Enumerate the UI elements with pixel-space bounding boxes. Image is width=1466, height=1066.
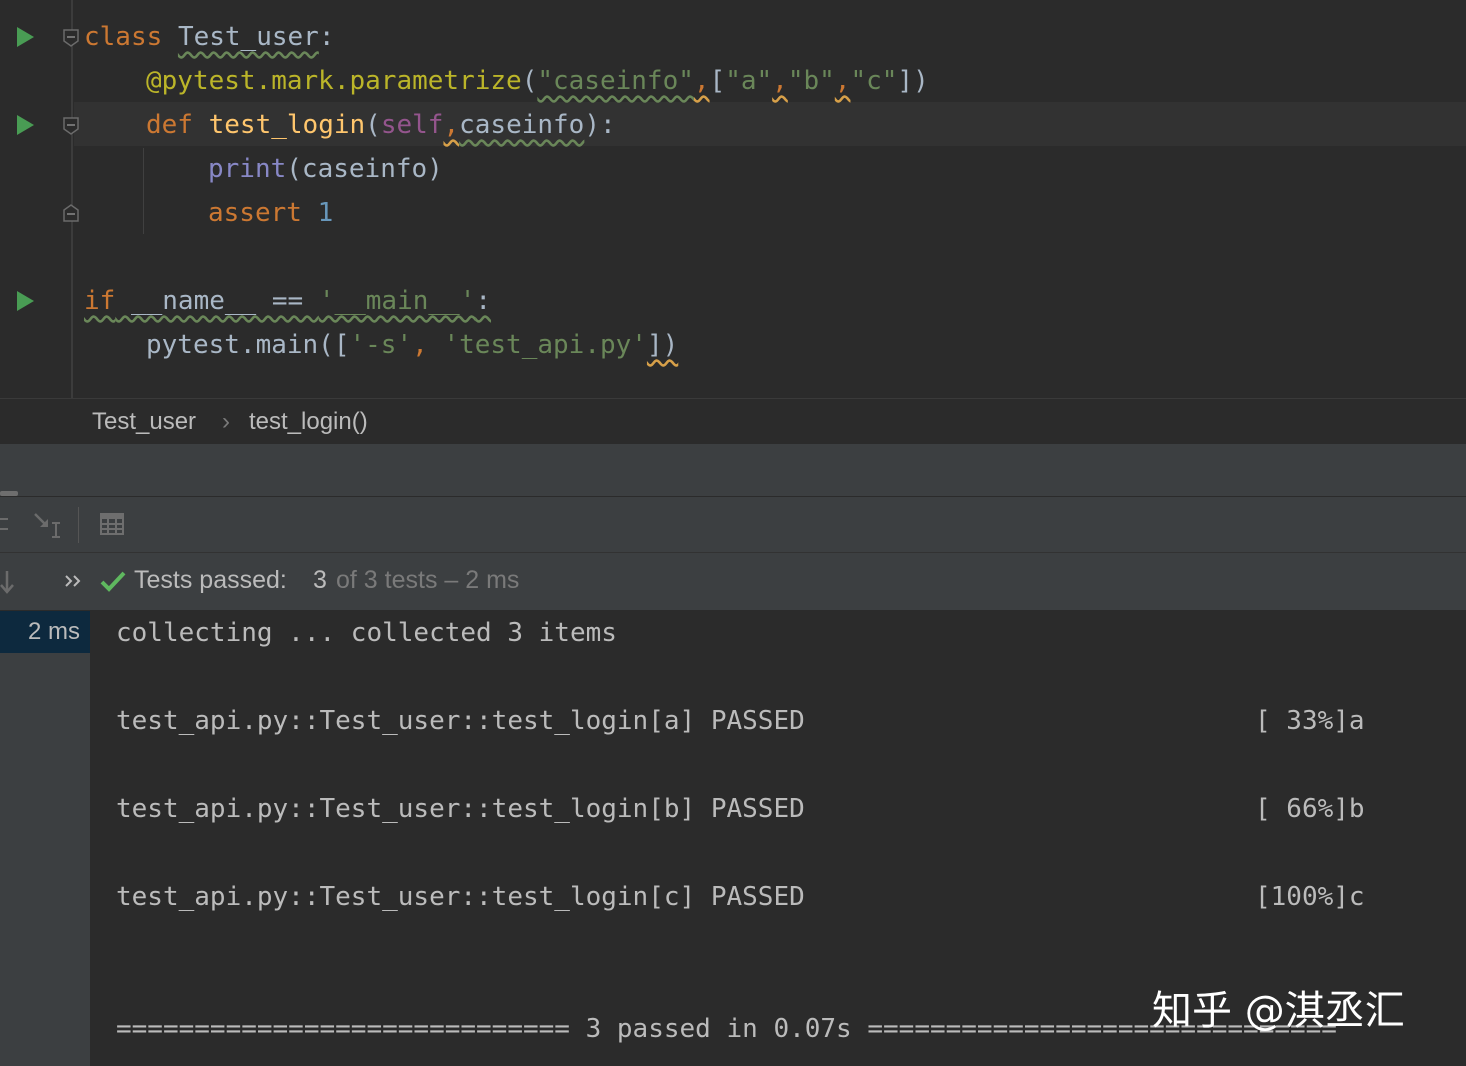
watermark: 知乎 @淇丞汇 xyxy=(1152,988,1405,1034)
console-line: test_api.py::Test_user::test_login[c] PA… xyxy=(116,882,805,912)
code-editor[interactable]: class Test_user: @pytest.mark.parametriz… xyxy=(0,0,1466,398)
check-icon xyxy=(100,571,126,592)
comma: , xyxy=(772,66,788,96)
chevron-double-right-icon[interactable] xyxy=(64,573,82,589)
code-line-2[interactable]: @pytest.mark.parametrize("caseinfo",["a"… xyxy=(146,59,929,103)
breadcrumb: Test_user › test_login() xyxy=(0,398,1466,445)
code-text: __name__ == xyxy=(115,286,319,316)
param: caseinfo xyxy=(459,110,585,140)
keyword: class xyxy=(84,22,163,52)
tests-summary: of 3 tests – 2 ms xyxy=(336,566,520,594)
self-param: self xyxy=(380,110,444,140)
punct: [ xyxy=(709,66,726,96)
punct: ( xyxy=(365,110,381,140)
breadcrumb-separator-icon: › xyxy=(222,408,230,435)
console-progress: [ 66%]b xyxy=(1255,794,1365,824)
keyword: if xyxy=(84,286,116,316)
fold-icon[interactable] xyxy=(62,203,80,223)
string: "b" xyxy=(787,66,835,96)
punct: : xyxy=(475,286,492,316)
punct: : xyxy=(318,22,335,52)
keyword: assert xyxy=(208,198,302,228)
tests-passed-label: Tests passed: xyxy=(134,566,287,594)
comma: , xyxy=(693,66,710,96)
string: "c" xyxy=(850,66,898,96)
code-line-1[interactable]: class Test_user: xyxy=(84,15,334,59)
function-name: test_login xyxy=(208,110,366,140)
test-status-bar: Tests passed: 3 of 3 tests – 2 ms xyxy=(0,553,1466,611)
indent-guide xyxy=(143,148,144,234)
string: "caseinfo" xyxy=(537,66,694,96)
comma: , xyxy=(443,110,460,140)
comma: , xyxy=(834,66,851,96)
breadcrumb-class[interactable]: Test_user xyxy=(92,408,196,436)
code-line-6[interactable]: if __name__ == '__main__': xyxy=(84,279,491,323)
console-line: test_api.py::Test_user::test_login[b] PA… xyxy=(116,794,805,824)
code-text: pytest.main([ xyxy=(146,330,350,360)
punct: ]) xyxy=(646,330,679,360)
import-tests-icon[interactable] xyxy=(32,511,62,539)
code-line-3[interactable]: def test_login(self,caseinfo): xyxy=(146,103,616,147)
console-progress: [100%]c xyxy=(1255,882,1365,912)
code-line-5[interactable]: assert 1 xyxy=(208,191,333,235)
comma: , xyxy=(412,330,444,360)
string: 'test_api.py' xyxy=(443,330,647,360)
run-test-icon[interactable] xyxy=(14,114,36,136)
punct: ]) xyxy=(897,66,929,96)
code-line-4[interactable]: print(caseinfo) xyxy=(208,147,443,191)
run-test-icon[interactable] xyxy=(14,290,36,312)
console-progress: [ 33%]a xyxy=(1255,706,1365,736)
collapse-icon[interactable] xyxy=(0,511,12,537)
tests-passed-count: 3 xyxy=(313,566,327,594)
punct: ): xyxy=(584,110,616,140)
keyword: def xyxy=(146,110,193,140)
toolbar-divider xyxy=(78,507,79,543)
number: 1 xyxy=(317,198,334,228)
scrollbar-thumb[interactable] xyxy=(0,491,18,496)
panel-header xyxy=(0,444,1466,497)
string: '-s' xyxy=(349,330,413,360)
code-line-7[interactable]: pytest.main(['-s', 'test_api.py']) xyxy=(146,323,678,367)
gutter-divider xyxy=(71,0,73,398)
arrow-down-icon[interactable] xyxy=(0,569,16,595)
run-test-icon[interactable] xyxy=(14,26,36,48)
fold-icon[interactable] xyxy=(62,116,80,136)
table-icon[interactable] xyxy=(100,512,124,536)
fold-icon[interactable] xyxy=(62,28,80,48)
test-tree: 2 ms xyxy=(0,611,90,1066)
console-line: test_api.py::Test_user::test_login[a] PA… xyxy=(116,706,805,736)
breadcrumb-method[interactable]: test_login() xyxy=(249,408,368,436)
decorator: @pytest.mark.parametrize xyxy=(146,66,522,96)
test-duration-badge[interactable]: 2 ms xyxy=(0,611,90,653)
string: '__main__' xyxy=(318,286,476,316)
string: "a" xyxy=(725,66,773,96)
builtin: print xyxy=(208,154,287,184)
console-line: collecting ... collected 3 items xyxy=(116,618,617,648)
class-name: Test_user xyxy=(177,22,319,52)
punct: ( xyxy=(521,66,538,96)
run-toolbar xyxy=(0,497,1466,553)
code-text: (caseinfo) xyxy=(286,154,443,184)
